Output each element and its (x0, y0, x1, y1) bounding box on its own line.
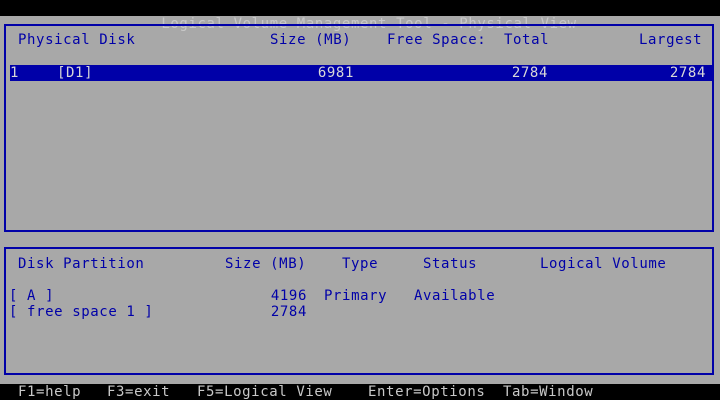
column-header-type: Type (342, 256, 379, 272)
disk-row-name: [D1] (57, 65, 94, 81)
window-title-bar: Logical Volume Management Tool - Physica… (0, 0, 720, 32)
disk-partition-panel[interactable]: Disk Partition Size (MB) Type Status Log… (4, 247, 714, 375)
function-key-bar: F1=help F3=exit F5=Logical View Enter=Op… (0, 384, 720, 400)
column-header-size: Size (MB) (270, 32, 352, 48)
tab-window-key[interactable]: Tab=Window (503, 384, 593, 400)
column-header-total: Total (504, 32, 550, 48)
column-header-largest: Largest (639, 32, 703, 48)
disk-row-size: 6981 (317, 65, 354, 81)
partition-status: Available (414, 288, 496, 304)
disk-row-index: 1 (10, 65, 20, 81)
column-header-partition-size: Size (MB) (225, 256, 307, 272)
disk-row-largest: 2784 (669, 65, 706, 81)
partition-size: 4196 (270, 288, 307, 304)
partition-name: [ A ] (9, 288, 55, 304)
partition-name: [ free space 1 ] (9, 304, 154, 320)
disk-row-selected[interactable]: 1 [D1] 6981 2784 2784 (10, 65, 714, 81)
column-header-logical-volume: Logical Volume (540, 256, 667, 272)
f5-logical-view-key[interactable]: F5=Logical View (197, 384, 332, 400)
f1-help-key[interactable]: F1=help (18, 384, 81, 400)
column-header-disk-partition: Disk Partition (18, 256, 145, 272)
enter-options-key[interactable]: Enter=Options (368, 384, 485, 400)
disk-row-total: 2784 (511, 65, 548, 81)
partition-size: 2784 (270, 304, 307, 320)
column-header-status: Status (423, 256, 478, 272)
column-header-physical-disk: Physical Disk (18, 32, 136, 48)
f3-exit-key[interactable]: F3=exit (107, 384, 170, 400)
column-header-free-space: Free Space: (387, 32, 487, 48)
partition-type: Primary (324, 288, 388, 304)
physical-disk-panel[interactable]: Physical Disk Size (MB) Free Space: Tota… (4, 24, 714, 232)
